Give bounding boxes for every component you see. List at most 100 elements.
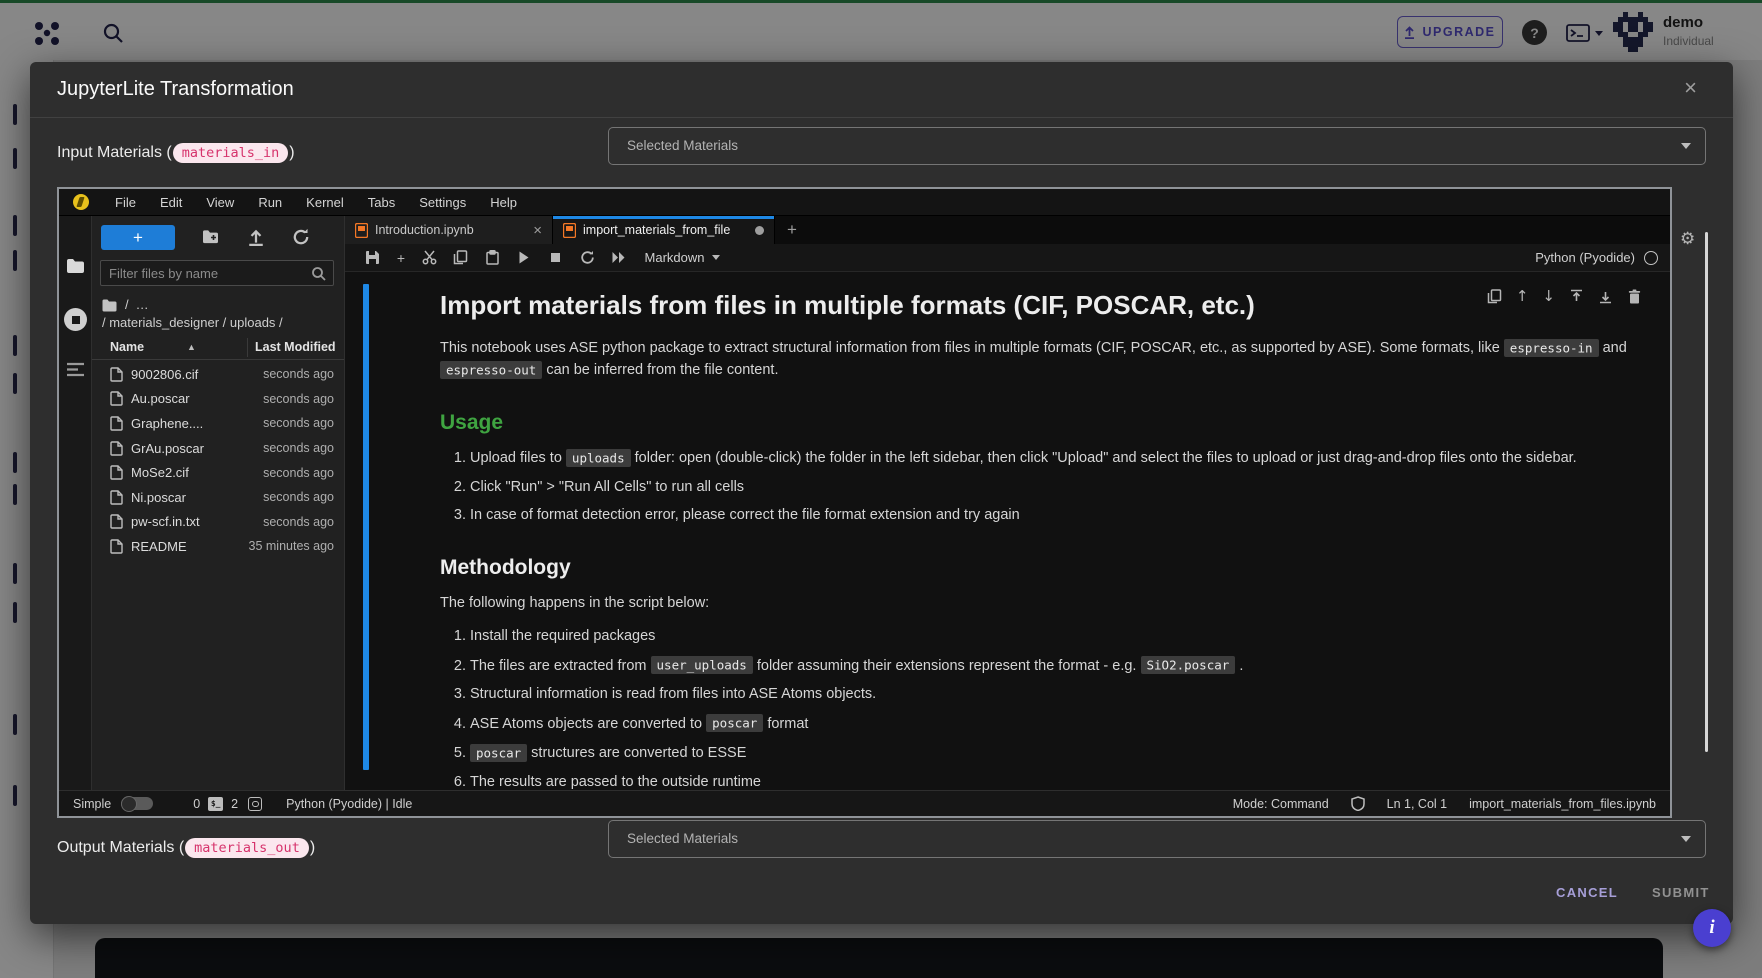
upload-icon[interactable] — [247, 228, 265, 246]
file-modified: seconds ago — [263, 367, 334, 381]
duplicate-cell-icon[interactable] — [1487, 289, 1502, 304]
restart-kernel-icon[interactable] — [580, 250, 595, 265]
move-cell-up-icon[interactable]: ↑ — [1516, 289, 1529, 304]
paste-cells-icon[interactable] — [485, 250, 500, 265]
text-run: Upload files to — [470, 450, 566, 466]
file-name: 9002806.cif — [131, 367, 263, 382]
filter-search-icon — [311, 266, 326, 281]
kernel-name[interactable]: Python (Pyodide) — [1535, 250, 1635, 265]
file-name: GrAu.poscar — [131, 441, 263, 456]
file-filter-input[interactable] — [101, 266, 311, 281]
menu-item-settings[interactable]: Settings — [407, 195, 478, 210]
file-browser-tab-icon[interactable] — [66, 258, 85, 274]
gear-icon[interactable]: ⚙ — [1680, 230, 1698, 248]
input-materials-label: Input Materials (materials_in) — [57, 143, 295, 163]
list-item: The files are extracted from user_upload… — [470, 655, 1652, 677]
jupyterlite-frame: FileEditViewRunKernelTabsSettingsHelp + — [57, 187, 1672, 818]
cursor-position[interactable]: Ln 1, Col 1 — [1387, 797, 1447, 811]
tab-import-materials[interactable]: import_materials_from_file — [553, 216, 775, 244]
running-kernels-tab-icon[interactable] — [64, 308, 87, 331]
input-materials-select[interactable]: Selected Materials — [608, 127, 1706, 165]
cell-type-dropdown[interactable]: Markdown — [645, 250, 720, 265]
column-divider — [247, 338, 248, 357]
output-label-suffix: ) — [310, 839, 315, 857]
copy-cells-icon[interactable] — [453, 250, 468, 265]
restart-run-all-icon[interactable] — [611, 250, 626, 265]
new-folder-icon[interactable] — [202, 228, 220, 246]
notebook-scroll-area[interactable]: ↑ ↓ Import materials — [345, 272, 1670, 790]
insert-cell-below-icon[interactable] — [1598, 289, 1613, 304]
statusbar-filename[interactable]: import_materials_from_files.ipynb — [1469, 797, 1656, 811]
interrupt-kernel-icon[interactable] — [548, 250, 563, 265]
notebook-toolbar: + — [345, 244, 1670, 272]
file-row[interactable]: Au.poscarseconds ago — [92, 387, 344, 412]
table-of-contents-tab-icon[interactable] — [66, 362, 85, 377]
file-row[interactable]: GrAu.poscarseconds ago — [92, 436, 344, 461]
column-last-modified[interactable]: Last Modified — [255, 340, 336, 354]
menu-item-edit[interactable]: Edit — [148, 195, 194, 210]
file-icon — [110, 441, 123, 456]
home-folder-icon[interactable] — [102, 299, 118, 312]
file-row[interactable]: MoSe2.cifseconds ago — [92, 460, 344, 485]
markdown-p: The following happens in the script belo… — [440, 592, 1652, 614]
notebook-mode[interactable]: Mode: Command — [1233, 797, 1329, 811]
text-run: and — [1599, 340, 1627, 356]
text-run: Usage — [440, 411, 503, 434]
new-tab-button[interactable]: + — [775, 216, 809, 244]
document-tabbar: Introduction.ipynb × import_materials_fr… — [345, 216, 1670, 244]
cut-cells-icon[interactable] — [422, 250, 437, 265]
list-item: Install the required packages — [470, 626, 1652, 647]
file-row[interactable]: Ni.poscarseconds ago — [92, 485, 344, 510]
input-materials-badge: materials_in — [173, 143, 289, 163]
menu-item-run[interactable]: Run — [246, 195, 294, 210]
submit-button[interactable]: SUBMIT — [1652, 885, 1710, 900]
tab-close-icon[interactable]: × — [533, 222, 542, 239]
file-name: MoSe2.cif — [131, 465, 263, 480]
insert-cell-icon[interactable]: + — [397, 251, 405, 265]
info-fab[interactable]: i — [1693, 909, 1731, 947]
kernel-status-text[interactable]: Python (Pyodide) | Idle — [286, 797, 412, 811]
new-launcher-button[interactable]: + — [101, 225, 175, 250]
text-run: can be inferred from the file content. — [542, 362, 778, 378]
active-cell-indicator — [363, 284, 369, 770]
file-name: Au.poscar — [131, 391, 263, 406]
inline-code: poscar — [470, 744, 527, 762]
file-row[interactable]: Graphene....seconds ago — [92, 411, 344, 436]
delete-cell-icon[interactable] — [1627, 289, 1642, 304]
close-icon[interactable]: × — [1684, 77, 1697, 99]
dialog-scrollbar[interactable] — [1705, 232, 1708, 752]
save-icon[interactable] — [365, 250, 380, 265]
file-row[interactable]: pw-scf.in.txtseconds ago — [92, 510, 344, 535]
menu-item-help[interactable]: Help — [478, 195, 529, 210]
inline-code: espresso-out — [440, 361, 542, 379]
breadcrumb-ellipsis[interactable]: … — [136, 296, 149, 314]
dialog-title: JupyterLite Transformation — [57, 78, 294, 101]
refresh-icon[interactable] — [292, 228, 310, 246]
kernel-status-icon[interactable] — [1644, 251, 1658, 265]
kernels-count[interactable]: 2 — [231, 797, 238, 811]
tab-label: Introduction.ipynb — [375, 223, 518, 237]
menu-item-kernel[interactable]: Kernel — [294, 195, 356, 210]
breadcrumb-path[interactable]: / materials_designer / uploads / — [102, 314, 338, 332]
file-row[interactable]: README35 minutes ago — [92, 534, 344, 559]
column-name[interactable]: Name — [110, 340, 144, 354]
file-row[interactable]: 9002806.cifseconds ago — [92, 362, 344, 387]
text-run: format — [763, 716, 808, 732]
menu-item-file[interactable]: File — [103, 195, 148, 210]
list-item: Upload files to uploads folder: open (do… — [470, 447, 1652, 469]
terminals-count[interactable]: 0 — [193, 797, 200, 811]
menu-item-tabs[interactable]: Tabs — [356, 195, 407, 210]
unsaved-changes-dot — [755, 226, 764, 235]
move-cell-down-icon[interactable]: ↓ — [1542, 289, 1555, 304]
markdown-h2: Methodology — [440, 556, 1652, 580]
menu-item-view[interactable]: View — [194, 195, 246, 210]
file-icon — [110, 367, 123, 382]
simple-mode-toggle[interactable] — [121, 797, 153, 810]
output-materials-select[interactable]: Selected Materials — [608, 820, 1706, 858]
sort-ascending-icon[interactable]: ▲ — [187, 342, 196, 352]
cancel-button[interactable]: CANCEL — [1556, 885, 1618, 900]
chevron-down-icon — [712, 255, 720, 260]
run-cell-icon[interactable] — [516, 250, 531, 265]
insert-cell-above-icon[interactable] — [1569, 289, 1584, 304]
tab-introduction[interactable]: Introduction.ipynb × — [345, 216, 553, 244]
